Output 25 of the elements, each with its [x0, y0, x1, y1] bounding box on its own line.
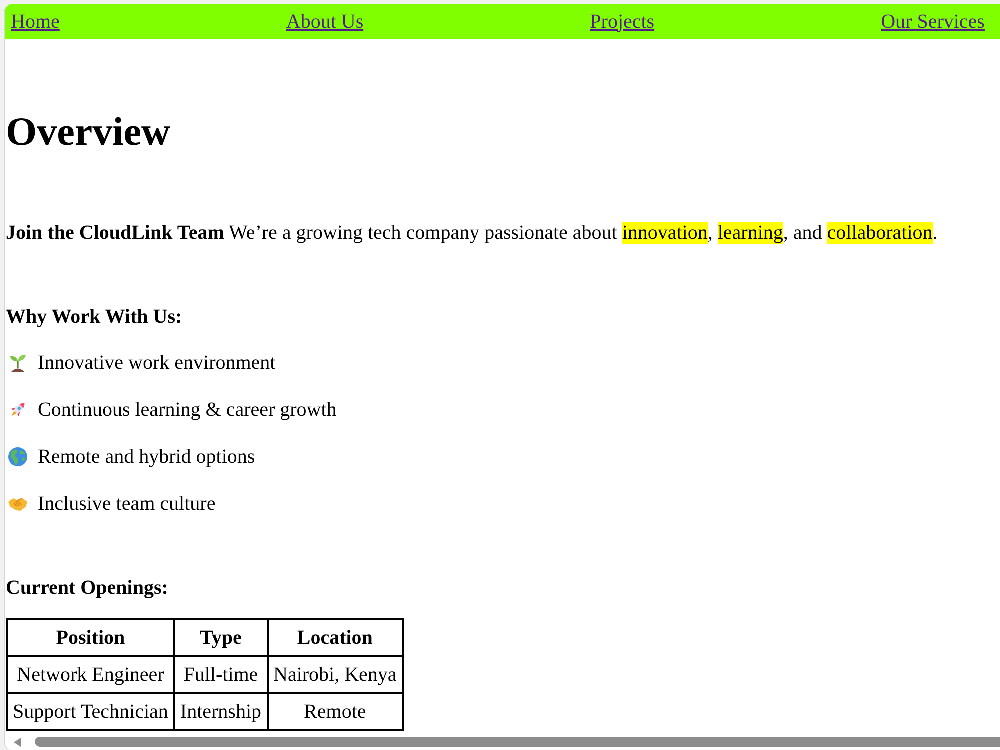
benefit-text: Remote and hybrid options — [38, 445, 256, 469]
table-cell: Remote — [268, 693, 403, 730]
benefit-text: Continuous learning & career growth — [38, 398, 337, 422]
globe-icon — [8, 447, 28, 467]
table-header-cell: Position — [7, 619, 174, 656]
scroll-left-arrow-icon[interactable] — [14, 738, 21, 746]
table-cell: Internship — [174, 693, 268, 730]
table-cell: Support Technician — [7, 693, 174, 730]
intro-paragraph: Join the CloudLink Team We’re a growing tech company passionate about innovation, learning, and collaboration. — [6, 221, 938, 245]
nav-link[interactable]: Our Services — [881, 10, 985, 34]
nav-link[interactable]: About Us — [286, 10, 364, 34]
seedling-icon — [8, 353, 28, 373]
table-header-cell: Location — [268, 619, 403, 656]
section-heading: Why Work With Us: — [6, 305, 182, 329]
nav-link[interactable]: Projects — [590, 10, 655, 34]
benefit-text: Innovative work environment — [38, 351, 276, 375]
nav-link[interactable]: Home — [11, 10, 60, 34]
section-heading: Current Openings: — [6, 576, 168, 600]
scrollbar-thumb[interactable] — [35, 737, 1000, 747]
benefit-text: Inclusive team culture — [38, 492, 216, 516]
table-cell: Nairobi, Kenya — [268, 656, 403, 693]
table-header-cell: Type — [174, 619, 268, 656]
page-heading: Overview — [6, 109, 170, 155]
table-cell: Full-time — [174, 656, 268, 693]
table-cell: Network Engineer — [7, 656, 174, 693]
